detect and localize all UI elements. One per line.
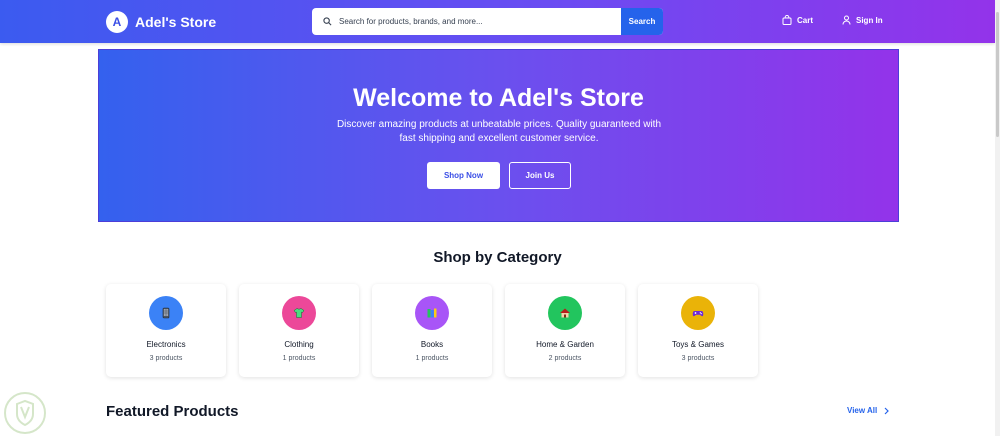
category-card-electronics[interactable]: Electronics 3 products (106, 284, 226, 377)
category-section-title: Shop by Category (433, 249, 562, 266)
category-card-books[interactable]: Books 1 products (372, 284, 492, 377)
cart-label: Cart (797, 15, 814, 25)
store-logo-icon: A (106, 11, 128, 33)
shop-now-button[interactable]: Shop Now (427, 162, 500, 189)
user-icon (842, 15, 851, 25)
search-icon (312, 8, 332, 35)
chevron-right-icon (884, 407, 890, 414)
join-us-button[interactable]: Join Us (509, 162, 571, 189)
search-bar: Search (312, 8, 663, 35)
scrollbar-thumb[interactable] (996, 12, 999, 137)
search-button[interactable]: Search (621, 8, 663, 35)
category-name: Books (420, 340, 444, 349)
category-count: 1 products (415, 355, 449, 362)
brand-name: Adel's Store (135, 14, 217, 30)
signin-link[interactable]: Sign In (842, 15, 883, 25)
tshirt-icon (282, 296, 316, 330)
gamepad-icon (681, 296, 715, 330)
category-card-home-garden[interactable]: Home & Garden 2 products (505, 284, 625, 377)
category-count: 2 products (548, 355, 582, 362)
featured-section-title: Featured Products (106, 403, 239, 420)
category-name: Electronics (146, 340, 186, 349)
hero-title: Welcome to Adel's Store (353, 84, 644, 112)
shopping-bag-icon (782, 15, 792, 25)
house-icon (548, 296, 582, 330)
category-card-toys-games[interactable]: Toys & Games 3 products (638, 284, 758, 377)
search-input[interactable] (332, 8, 621, 35)
cart-link[interactable]: Cart (782, 15, 813, 25)
view-all-label: View All (847, 406, 878, 415)
hero-banner: Welcome to Adel's Store Discover amazing… (98, 49, 899, 222)
top-navbar: A Adel's Store Search Cart Sign In (0, 0, 995, 43)
category-count: 3 products (149, 355, 183, 362)
category-name: Toys & Games (671, 340, 724, 349)
category-name: Home & Garden (536, 340, 594, 349)
books-icon (415, 296, 449, 330)
category-count: 3 products (681, 355, 715, 362)
signin-label: Sign In (856, 15, 883, 25)
category-count: 1 products (282, 355, 316, 362)
category-card-clothing[interactable]: Clothing 1 products (239, 284, 359, 377)
watermark-shield-icon (4, 392, 46, 434)
phone-icon (149, 296, 183, 330)
category-name: Clothing (284, 340, 314, 349)
brand-link[interactable]: A Adel's Store (106, 11, 216, 33)
hero-subtitle: Discover amazing products at unbeatable … (336, 119, 662, 144)
view-all-link[interactable]: View All (847, 406, 890, 415)
